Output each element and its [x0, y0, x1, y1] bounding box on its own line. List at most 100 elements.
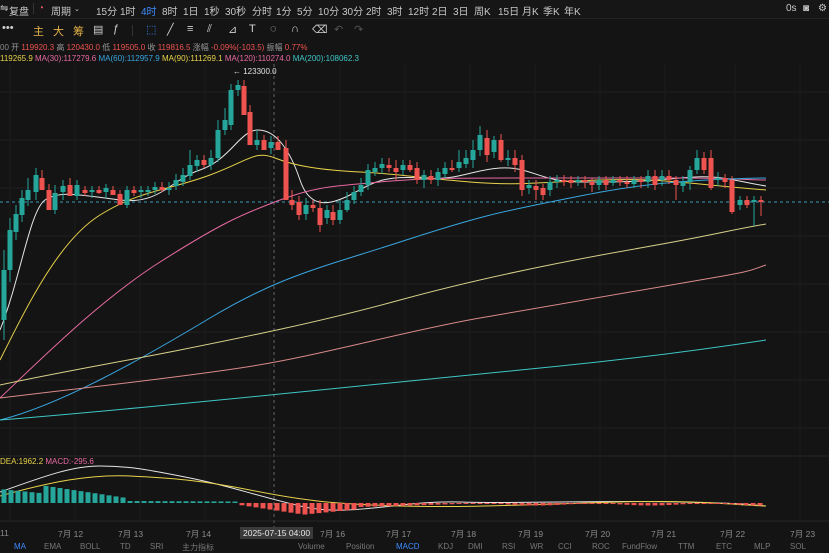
macd-bar-26	[183, 501, 189, 503]
macd-bar-76	[533, 503, 539, 506]
x-tick-8: 7月 20	[585, 529, 611, 539]
dea-value: DEA:1962.2	[0, 457, 44, 466]
macd-bar-107	[750, 503, 756, 506]
macd-bar-85	[596, 503, 602, 504]
macd-bar-103	[722, 503, 728, 504]
macd-bar-9	[64, 489, 70, 503]
macd-bar-23	[162, 501, 168, 503]
candle-33	[228, 84, 234, 130]
price-chart[interactable]	[0, 0, 829, 552]
high-price-marker: ← 123300.0	[233, 67, 277, 76]
indicator-tab-0[interactable]: MA	[14, 542, 26, 551]
macd-bar-92	[645, 503, 651, 506]
macd-bar-42	[295, 503, 301, 514]
indicator-tab-5[interactable]: 主力指标	[182, 542, 214, 553]
candle-100	[694, 150, 700, 174]
candle-71	[491, 136, 497, 158]
macd-bar-20	[141, 501, 147, 503]
macd-bar-11	[78, 491, 84, 503]
candle-59	[407, 160, 413, 172]
candle-2	[13, 205, 19, 240]
candle-36	[247, 105, 253, 145]
macd-bar-25	[176, 501, 182, 503]
macd-bar-5	[36, 492, 42, 503]
x-tick-9: 7月 21	[651, 529, 677, 539]
indicator-tab-3[interactable]: TD	[120, 542, 131, 551]
indicator-tab-17[interactable]: ETC	[716, 542, 732, 551]
indicator-tab-9[interactable]: KDJ	[438, 542, 453, 551]
candle-1	[7, 218, 13, 282]
indicator-tab-8[interactable]: MACD	[396, 542, 420, 551]
x-tick-11: 7月 23	[790, 529, 816, 539]
macd-bar-37	[260, 503, 266, 509]
candle-55	[379, 158, 385, 174]
macd-histogram	[1, 485, 763, 515]
macd-bar-58	[407, 503, 413, 506]
moving-average-lines	[0, 129, 767, 421]
candle-18	[124, 186, 130, 208]
macd-bar-34	[239, 503, 245, 506]
candle-38	[261, 135, 267, 150]
macd-bar-87	[610, 503, 616, 505]
macd-bar-74	[519, 503, 525, 506]
candle-51	[351, 186, 357, 204]
chart-grid	[0, 64, 829, 520]
macd-bar-96	[673, 503, 679, 505]
candle-63	[435, 168, 441, 186]
candle-48	[330, 205, 336, 225]
indicator-tab-11[interactable]: RSI	[502, 542, 515, 551]
candle-109	[758, 196, 764, 216]
candle-47	[324, 205, 330, 224]
x-tick-3: 7月 14	[186, 529, 212, 539]
candle-78	[540, 184, 546, 200]
macd-bar-30	[211, 501, 217, 503]
indicator-tab-16[interactable]: TTM	[678, 542, 694, 551]
bottom-indicator-tabs: MA EMA BOLL TD SRI 主力指标 Volume Position MACD KDJ D…	[0, 542, 829, 552]
macd-bar-56	[393, 503, 399, 506]
macd-bar-108	[757, 503, 763, 506]
macd-bar-77	[540, 503, 546, 506]
candle-32	[222, 108, 228, 135]
macd-bar-70	[491, 503, 497, 504]
indicator-tab-6[interactable]: Volume	[298, 542, 325, 551]
macd-bar-71	[498, 503, 504, 505]
macd-legend: DEA:1962.2 MACD:-295.6	[0, 457, 94, 466]
macd-bar-21	[148, 501, 154, 503]
macd-bar-3	[22, 491, 28, 503]
macd-bar-68	[477, 503, 483, 504]
candle-69	[477, 126, 483, 156]
indicator-tab-1[interactable]: EMA	[44, 542, 61, 551]
arrow-left-icon: ←	[233, 67, 241, 76]
candle-24	[166, 182, 172, 195]
x-tick-6: 7月 18	[451, 529, 477, 539]
candle-107	[744, 196, 750, 208]
indicator-tab-19[interactable]: SOL	[790, 542, 806, 551]
macd-bar-78	[547, 503, 553, 506]
macd-bar-13	[92, 493, 98, 503]
indicator-tab-12[interactable]: WR	[530, 542, 543, 551]
macd-bar-55	[386, 503, 392, 507]
macd-bar-47	[330, 503, 336, 512]
macd-bar-52	[365, 503, 371, 507]
macd-bar-36	[253, 503, 259, 508]
candle-39	[268, 136, 274, 154]
indicator-tab-15[interactable]: FundFlow	[622, 542, 657, 551]
candle-60	[414, 162, 420, 184]
macd-bar-32	[225, 501, 231, 503]
indicator-tab-10[interactable]: DMI	[468, 542, 483, 551]
candle-72	[498, 134, 504, 162]
macd-bar-12	[85, 492, 91, 503]
candle-54	[372, 162, 378, 176]
indicator-tab-13[interactable]: CCI	[558, 542, 572, 551]
macd-bar-99	[694, 503, 700, 504]
macd-bar-90	[631, 503, 637, 506]
indicator-tab-2[interactable]: BOLL	[80, 542, 100, 551]
indicator-tab-18[interactable]: MLP	[754, 542, 770, 551]
indicator-tab-4[interactable]: SRI	[150, 542, 163, 551]
indicator-tab-7[interactable]: Position	[346, 542, 374, 551]
macd-bar-101	[708, 503, 714, 504]
x-tick-1: 7月 12	[58, 529, 84, 539]
candle-28	[194, 155, 200, 172]
indicator-tab-14[interactable]: ROC	[592, 542, 610, 551]
macd-bar-24	[169, 501, 175, 503]
